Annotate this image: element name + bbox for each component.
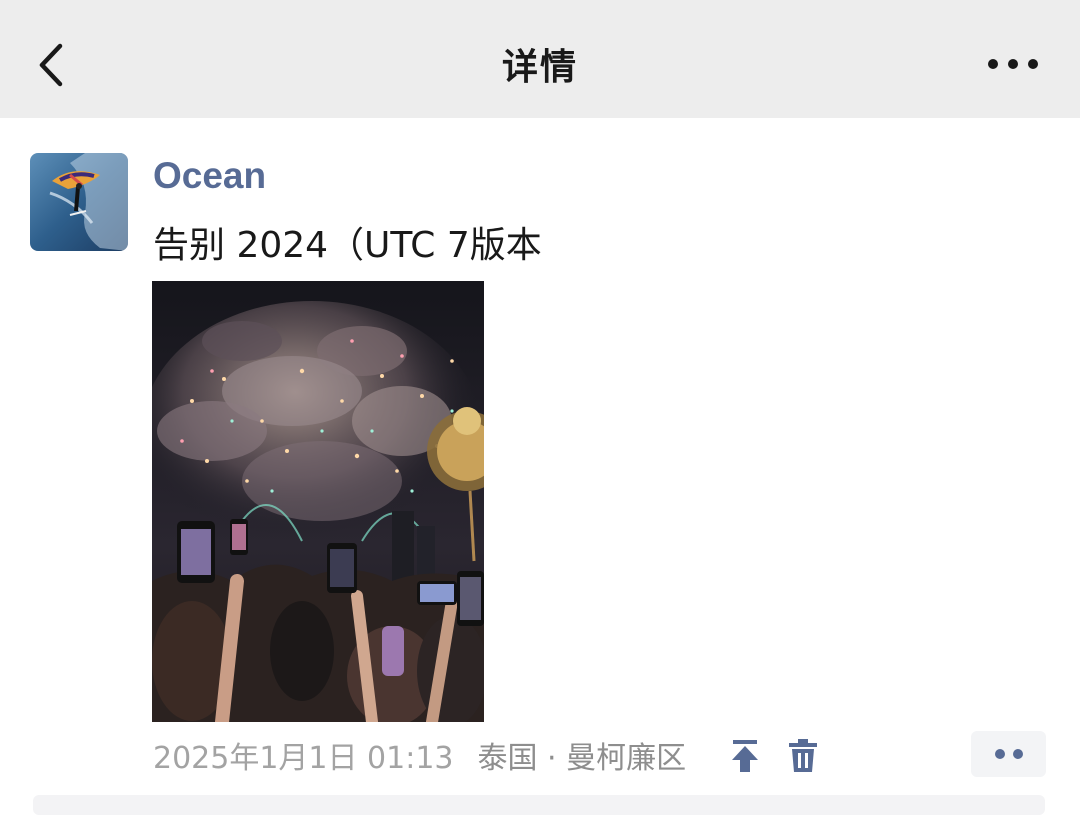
avatar-image (30, 153, 128, 251)
more-options-button[interactable] (980, 44, 1050, 84)
post-text: 告别 2024（UTC 7版本 (153, 225, 542, 266)
trash-icon (789, 739, 817, 772)
more-horizontal-icon (988, 59, 1038, 69)
navigation-bar: 详情 (0, 0, 1080, 118)
post-meta: 2025年1月1日 01:13 泰国 · 曼柯廉区 (153, 733, 686, 777)
pin-to-top-icon (732, 740, 758, 772)
post-location[interactable]: 泰国 · 曼柯廉区 (478, 733, 687, 777)
page-title: 详情 (501, 47, 578, 88)
username[interactable]: Ocean (153, 155, 266, 197)
fireworks-photo (152, 281, 484, 722)
post-timestamp: 2025年1月1日 01:13 (153, 741, 454, 776)
avatar[interactable] (30, 153, 128, 251)
comment-like-button[interactable] (971, 731, 1046, 777)
more-dots-icon (995, 749, 1023, 759)
comment-area (33, 795, 1045, 815)
pin-to-top-button[interactable] (728, 736, 762, 774)
delete-button[interactable] (786, 736, 820, 774)
post-photo[interactable] (152, 281, 484, 722)
